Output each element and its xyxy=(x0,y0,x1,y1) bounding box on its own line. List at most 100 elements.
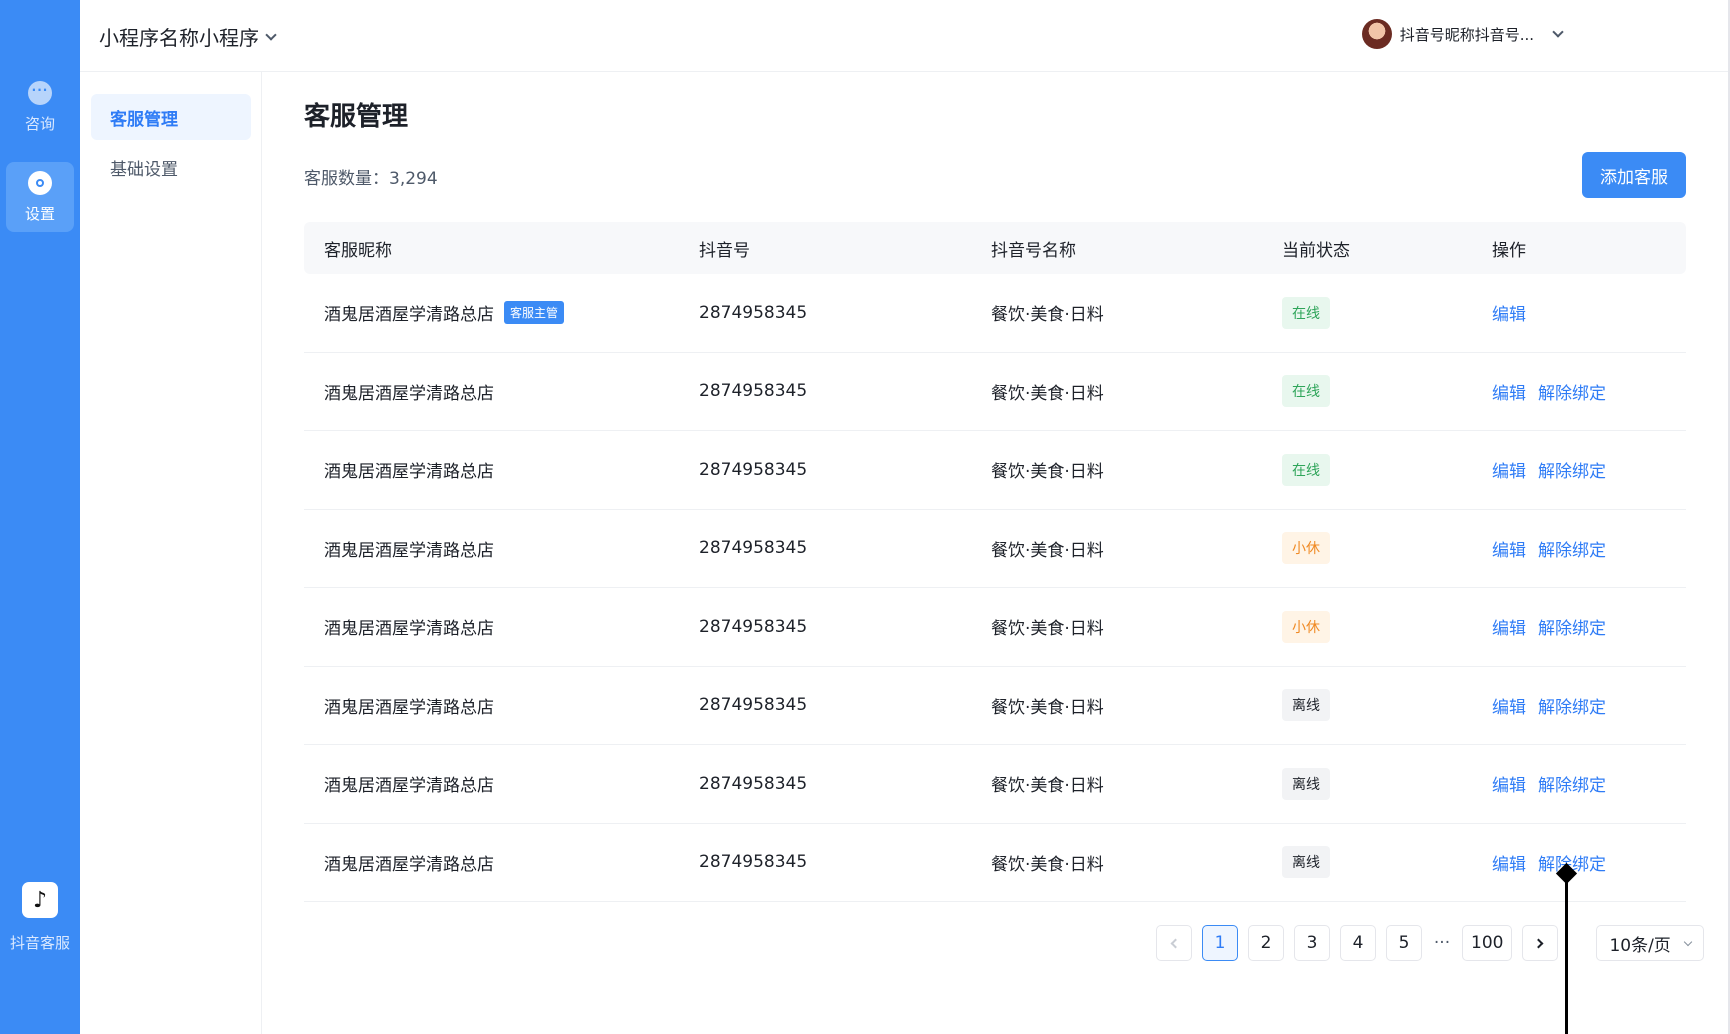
chevron-down-icon xyxy=(1552,26,1564,38)
cell-actions: 编辑 解除绑定 xyxy=(1492,588,1618,666)
unbind-link[interactable]: 解除绑定 xyxy=(1538,457,1606,482)
edit-link[interactable]: 编辑 xyxy=(1492,614,1526,639)
rail-item-consult[interactable]: ··· 咨询 xyxy=(6,72,74,142)
page-size-select[interactable]: 10条/页 xyxy=(1596,925,1705,961)
status-badge: 在线 xyxy=(1282,375,1330,408)
chevron-down-icon xyxy=(1684,937,1693,946)
cell-nickname: 酒鬼居酒屋学清路总店 客服主管 xyxy=(324,274,565,352)
cell-status: 离线 xyxy=(1282,745,1330,823)
douyin-service-entry[interactable]: ♪ 抖音客服 xyxy=(0,882,80,953)
avatar xyxy=(1361,19,1392,49)
settings-icon xyxy=(28,170,52,195)
subnav-item-service-management[interactable]: 客服管理 xyxy=(91,94,251,140)
page-size-value: 10条/页 xyxy=(1609,935,1671,956)
status-badge: 在线 xyxy=(1282,296,1330,329)
status-badge: 离线 xyxy=(1282,767,1330,800)
cell-actions: 编辑 解除绑定 xyxy=(1492,353,1618,431)
page-button-4[interactable]: 4 xyxy=(1340,925,1376,961)
column-header-status: 当前状态 xyxy=(1282,240,1350,261)
column-header-account-name: 抖音号名称 xyxy=(991,240,1076,261)
column-header-douyin-id: 抖音号 xyxy=(699,240,750,261)
edit-link[interactable]: 编辑 xyxy=(1492,379,1526,404)
next-page-button[interactable] xyxy=(1522,925,1559,961)
nickname-text: 酒鬼居酒屋学清路总店 xyxy=(324,462,494,483)
cell-actions: 编辑 解除绑定 xyxy=(1492,431,1618,509)
page-button-2[interactable]: 2 xyxy=(1248,925,1284,961)
table-row: 酒鬼居酒屋学清路总店 2874958345 餐饮·美食·日料 在线 编辑 解除绑定 xyxy=(304,353,1686,431)
page-button-1[interactable]: 1 xyxy=(1202,925,1238,961)
edit-link[interactable]: 编辑 xyxy=(1492,300,1526,325)
table-body: 酒鬼居酒屋学清路总店 客服主管 2874958345 餐饮·美食·日料 在线 编辑 酒鬼居酒… xyxy=(304,274,1686,902)
douyin-logo-icon: ♪ xyxy=(22,882,58,918)
status-badge: 在线 xyxy=(1282,453,1330,486)
nickname-text: 酒鬼居酒屋学清路总店 xyxy=(324,383,494,404)
cell-douyin-id: 2874958345 xyxy=(699,695,808,716)
cell-douyin-id: 2874958345 xyxy=(699,773,808,794)
unbind-link[interactable]: 解除绑定 xyxy=(1538,693,1606,718)
rail-item-label: 设置 xyxy=(24,204,55,223)
status-badge: 小休 xyxy=(1282,532,1330,565)
nickname-text: 酒鬼居酒屋学清路总店 xyxy=(324,697,494,718)
secondary-sidebar: 客服管理 基础设置 xyxy=(80,72,262,1034)
status-badge: 小休 xyxy=(1282,610,1330,643)
edit-link[interactable]: 编辑 xyxy=(1492,771,1526,796)
app-name: 小程序名称小程序 xyxy=(99,26,259,50)
cell-status: 小休 xyxy=(1282,510,1330,588)
edit-link[interactable]: 编辑 xyxy=(1492,693,1526,718)
cell-account-name: 餐饮·美食·日料 xyxy=(991,697,1104,718)
app-switcher[interactable]: 小程序名称小程序 xyxy=(99,22,277,51)
pagination: 1 2 3 4 5 ··· 100 10条/页 xyxy=(1156,925,1705,961)
unbind-link[interactable]: 解除绑定 xyxy=(1538,771,1606,796)
page-button-5[interactable]: 5 xyxy=(1386,925,1422,961)
nickname-text: 酒鬼居酒屋学清路总店 xyxy=(324,854,494,875)
cell-douyin-id: 2874958345 xyxy=(699,538,808,559)
cell-actions: 编辑 解除绑定 xyxy=(1492,667,1618,745)
edit-link[interactable]: 编辑 xyxy=(1492,536,1526,561)
rail-item-settings[interactable]: 设置 xyxy=(6,162,74,232)
table-row: 酒鬼居酒屋学清路总店 2874958345 餐饮·美食·日料 小休 编辑 解除绑定 xyxy=(304,510,1686,588)
account-menu[interactable]: 抖音号昵称抖音号... xyxy=(1361,19,1564,49)
cell-nickname: 酒鬼居酒屋学清路总店 xyxy=(324,824,494,902)
table-row: 酒鬼居酒屋学清路总店 2874958345 餐饮·美食·日料 在线 编辑 解除绑定 xyxy=(304,431,1686,510)
top-header: 小程序名称小程序 抖音号昵称抖音号... xyxy=(80,0,1730,72)
unbind-link[interactable]: 解除绑定 xyxy=(1538,379,1606,404)
cell-status: 在线 xyxy=(1282,274,1330,352)
column-header-actions: 操作 xyxy=(1492,240,1526,261)
table-row: 酒鬼居酒屋学清路总店 客服主管 2874958345 餐饮·美食·日料 在线 编辑 xyxy=(304,274,1686,353)
chevron-down-icon xyxy=(265,28,277,41)
subnav-item-basic-settings[interactable]: 基础设置 xyxy=(91,144,251,190)
cell-nickname: 酒鬼居酒屋学清路总店 xyxy=(324,510,494,588)
cell-account-name: 餐饮·美食·日料 xyxy=(991,383,1104,404)
cell-account-name: 餐饮·美食·日料 xyxy=(991,462,1104,483)
table-row: 酒鬼居酒屋学清路总店 2874958345 餐饮·美食·日料 离线 编辑 解除绑定 xyxy=(304,667,1686,745)
cell-actions: 编辑 xyxy=(1492,274,1538,352)
chat-bubble-icon: ··· xyxy=(28,80,52,105)
account-name: 抖音号昵称抖音号... xyxy=(1399,25,1534,44)
page-title: 客服管理 xyxy=(304,102,409,132)
cell-account-name: 餐饮·美食·日料 xyxy=(991,776,1104,797)
prev-page-button[interactable] xyxy=(1156,925,1192,961)
unbind-link[interactable]: 解除绑定 xyxy=(1538,536,1606,561)
rail-item-label: 咨询 xyxy=(24,114,55,133)
page-ellipsis[interactable]: ··· xyxy=(1432,933,1452,953)
cell-status: 在线 xyxy=(1282,431,1330,509)
chevron-left-icon xyxy=(1170,938,1181,948)
page-button-last[interactable]: 100 xyxy=(1462,925,1513,961)
cell-account-name: 餐饮·美食·日料 xyxy=(991,854,1104,875)
cell-status: 小休 xyxy=(1282,588,1330,666)
column-header-nickname: 客服昵称 xyxy=(324,240,392,261)
nickname-text: 酒鬼居酒屋学清路总店 xyxy=(324,540,494,561)
edit-link[interactable]: 编辑 xyxy=(1492,457,1526,482)
edit-link[interactable]: 编辑 xyxy=(1492,850,1526,875)
unbind-link[interactable]: 解除绑定 xyxy=(1538,614,1606,639)
add-service-button[interactable]: 添加客服 xyxy=(1582,152,1686,198)
cursor-pointer xyxy=(1565,876,1568,1034)
cell-actions: 编辑 解除绑定 xyxy=(1492,510,1618,588)
service-table: 客服昵称 抖音号 抖音号名称 当前状态 操作 酒鬼居酒屋学清路总店 客服主管 287… xyxy=(304,222,1686,902)
page-button-3[interactable]: 3 xyxy=(1294,925,1330,961)
chevron-right-icon xyxy=(1534,938,1544,948)
supervisor-badge: 客服主管 xyxy=(504,301,565,325)
cell-nickname: 酒鬼居酒屋学清路总店 xyxy=(324,667,494,745)
cell-account-name: 餐饮·美食·日料 xyxy=(991,619,1104,640)
status-badge: 离线 xyxy=(1282,689,1330,722)
